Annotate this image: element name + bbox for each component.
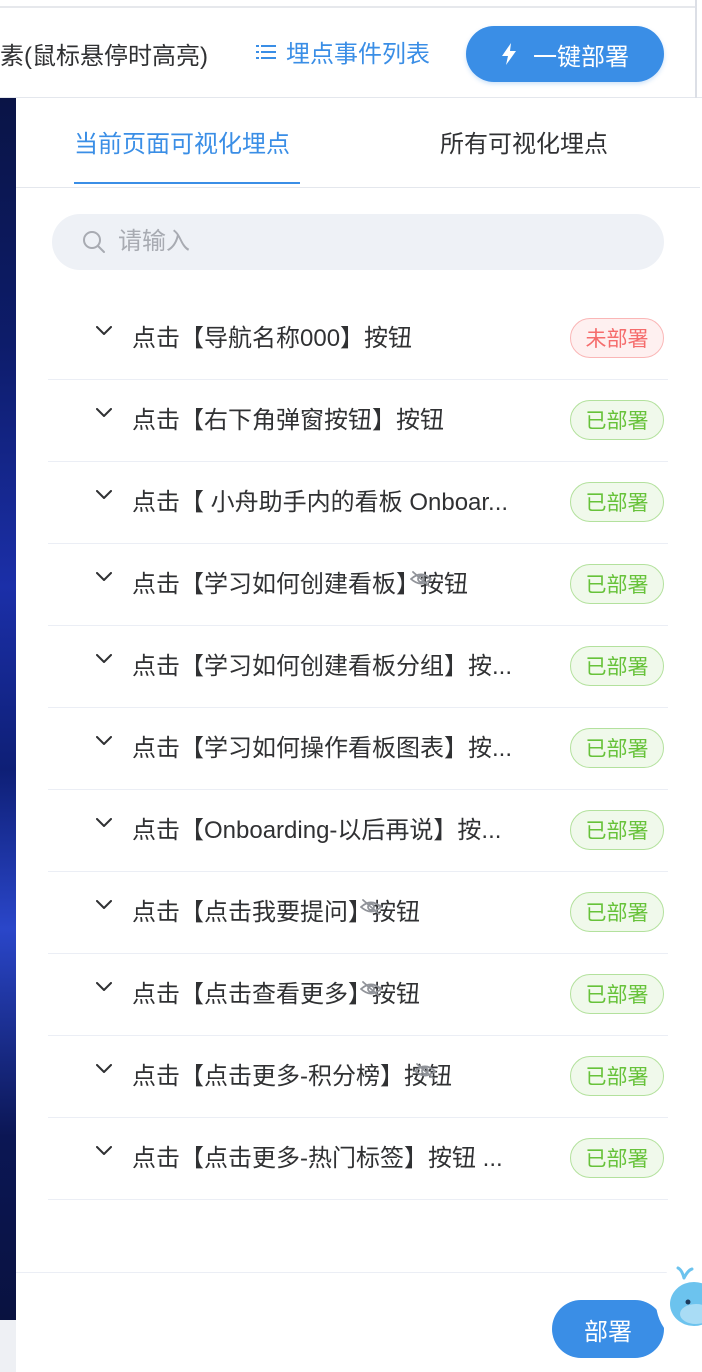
status-badge: 已部署 bbox=[570, 1138, 664, 1178]
search-icon bbox=[83, 231, 105, 253]
chevron-down-icon[interactable] bbox=[96, 736, 112, 746]
event-list-label: 埋点事件列表 bbox=[286, 41, 430, 68]
event-row[interactable]: 点击【点击更多-热门标签】按钮 ... 已部署 bbox=[48, 1118, 668, 1200]
tab-all[interactable]: 所有可视化埋点 bbox=[440, 124, 608, 159]
bolt-icon bbox=[502, 43, 516, 65]
toolbar-edge bbox=[695, 0, 697, 98]
chevron-down-icon[interactable] bbox=[96, 1146, 112, 1156]
event-row[interactable]: 点击【学习如何创建看板】按钮 已部署 bbox=[48, 544, 668, 626]
event-row[interactable]: 点击【点击查看更多】按钮 已部署 bbox=[48, 954, 668, 1036]
page-backdrop-bottom bbox=[0, 1320, 16, 1372]
status-badge: 已部署 bbox=[570, 1056, 664, 1096]
event-row[interactable]: 点击【点击我要提问】按钮 已部署 bbox=[48, 872, 668, 954]
chevron-down-icon[interactable] bbox=[96, 982, 112, 992]
event-label: 点击【Onboarding-以后再说】按... bbox=[132, 817, 502, 844]
chevron-down-icon[interactable] bbox=[96, 818, 112, 828]
tab-current-page[interactable]: 当前页面可视化埋点 bbox=[74, 124, 290, 159]
event-row[interactable]: 点击【点击更多-积分榜】按钮 已部署 bbox=[48, 1036, 668, 1118]
event-label: 点击【导航名称000】按钮 bbox=[132, 325, 413, 352]
event-list: 点击【导航名称000】按钮 未部署 点击【右下角弹窗按钮】按钮 已部署 点击【 小舟助手… bbox=[48, 298, 668, 1200]
search-input[interactable] bbox=[118, 228, 598, 256]
chevron-down-icon[interactable] bbox=[96, 408, 112, 418]
toolbar-divider bbox=[0, 6, 696, 8]
status-badge: 已部署 bbox=[570, 400, 664, 440]
chevron-down-icon[interactable] bbox=[96, 490, 112, 500]
event-label: 点击【学习如何创建看板分组】按... bbox=[132, 653, 513, 680]
event-row[interactable]: 点击【Onboarding-以后再说】按... 已部署 bbox=[48, 790, 668, 872]
event-row[interactable]: 点击【导航名称000】按钮 未部署 bbox=[48, 298, 668, 380]
tab-bar: 当前页面可视化埋点 所有可视化埋点 bbox=[16, 98, 700, 188]
eye-off-icon bbox=[360, 899, 382, 915]
chevron-down-icon[interactable] bbox=[96, 572, 112, 582]
event-row[interactable]: 点击【右下角弹窗按钮】按钮 已部署 bbox=[48, 380, 668, 462]
search-box[interactable] bbox=[52, 214, 664, 270]
deploy-all-label: 一键部署 bbox=[533, 43, 629, 71]
chevron-down-icon[interactable] bbox=[96, 326, 112, 336]
eye-off-icon bbox=[410, 571, 432, 587]
deploy-all-button[interactable]: 一键部署 bbox=[466, 26, 664, 82]
event-label: 点击【点击更多-热门标签】按钮 ... bbox=[132, 1145, 503, 1172]
chevron-down-icon[interactable] bbox=[96, 900, 112, 910]
event-label: 点击【 小舟助手内的看板 Onboar... bbox=[132, 489, 509, 516]
status-badge: 已部署 bbox=[570, 892, 664, 932]
page-backdrop bbox=[0, 98, 16, 1320]
event-row[interactable]: 点击【 小舟助手内的看板 Onboar... 已部署 bbox=[48, 462, 668, 544]
tracking-panel: 当前页面可视化埋点 所有可视化埋点 点击【导航名称000】按钮 未部署点击【右下角… bbox=[16, 98, 700, 1372]
assistant-mascot-icon[interactable] bbox=[654, 1254, 702, 1350]
status-badge: 已部署 bbox=[570, 646, 664, 686]
deploy-button[interactable]: 部署 bbox=[552, 1300, 664, 1358]
status-badge: 已部署 bbox=[570, 974, 664, 1014]
highlight-hint-text: 素(鼠标悬停时高亮) bbox=[0, 43, 208, 70]
event-label: 点击【学习如何操作看板图表】按... bbox=[132, 735, 513, 762]
chevron-down-icon[interactable] bbox=[96, 1064, 112, 1074]
footer-divider bbox=[16, 1272, 700, 1273]
status-badge: 已部署 bbox=[570, 728, 664, 768]
status-badge: 已部署 bbox=[570, 482, 664, 522]
status-badge: 已部署 bbox=[570, 564, 664, 604]
event-row[interactable]: 点击【学习如何创建看板分组】按... 已部署 bbox=[48, 626, 668, 708]
list-icon bbox=[256, 44, 276, 59]
top-toolbar: 素(鼠标悬停时高亮) 埋点事件列表 一键部署 bbox=[0, 0, 702, 98]
eye-off-icon bbox=[360, 981, 382, 997]
event-list-link[interactable]: 埋点事件列表 bbox=[256, 34, 430, 69]
event-label: 点击【点击更多-积分榜】按钮 bbox=[132, 1063, 452, 1090]
eye-off-icon bbox=[414, 1063, 436, 1079]
event-row[interactable]: 点击【学习如何操作看板图表】按... 已部署 bbox=[48, 708, 668, 790]
active-tab-indicator bbox=[74, 182, 300, 184]
status-badge: 未部署 bbox=[570, 318, 664, 358]
chevron-down-icon[interactable] bbox=[96, 654, 112, 664]
status-badge: 已部署 bbox=[570, 810, 664, 850]
event-label: 点击【右下角弹窗按钮】按钮 bbox=[132, 407, 444, 434]
